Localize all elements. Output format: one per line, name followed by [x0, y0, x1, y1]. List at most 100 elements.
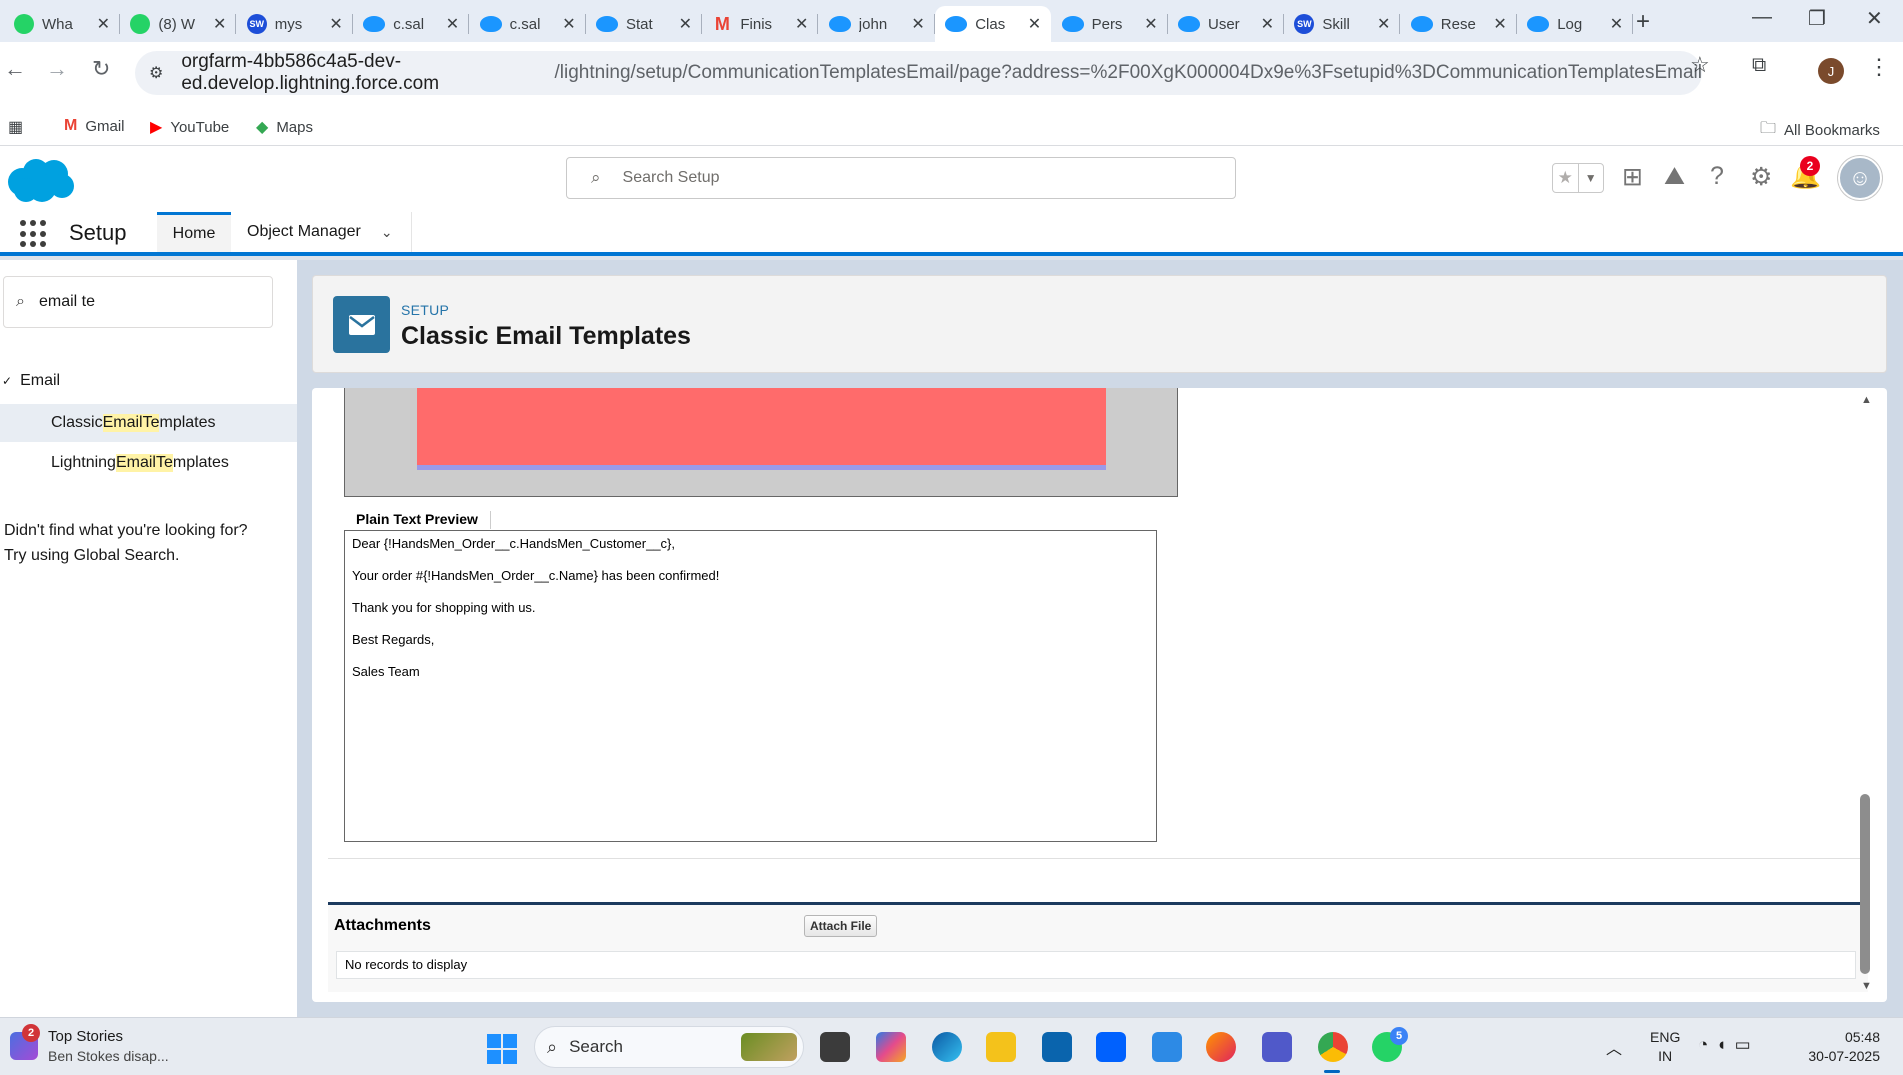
close-tab-icon[interactable]: ✕ [1493, 14, 1506, 34]
close-tab-icon[interactable]: ✕ [795, 14, 808, 34]
favorites-button-group[interactable]: ★ ▼ [1552, 163, 1604, 193]
edge-icon[interactable] [932, 1032, 962, 1062]
file-explorer-icon[interactable] [986, 1032, 1016, 1062]
close-tab-icon[interactable]: ✕ [446, 14, 459, 34]
setup-search-input[interactable]: ⌕ Search Setup [566, 157, 1236, 199]
browser-menu-icon[interactable]: ⋮ [1868, 54, 1890, 80]
browser-tab[interactable]: (8) W ✕ [120, 6, 237, 42]
site-info-icon[interactable]: ⚙ [149, 63, 163, 83]
forward-icon[interactable]: → [46, 56, 68, 82]
bookmark-star-icon[interactable]: ☆ [1690, 52, 1710, 78]
browser-tab[interactable]: Log ✕ [1517, 6, 1634, 42]
sidebar-group-email[interactable]: ✓ Email [0, 372, 60, 390]
favorite-star-icon[interactable]: ★ [1553, 164, 1578, 192]
browser-tab[interactable]: Stat ✕ [586, 6, 702, 42]
tab-object-manager[interactable]: Object Manager ⌄ [232, 212, 412, 252]
browser-tab[interactable]: Pers ✕ [1052, 6, 1168, 42]
attachments-related-list: Attachments Attach File No records to di… [328, 902, 1868, 992]
extensions-icon[interactable]: ⧉ [1752, 54, 1766, 77]
tab-home[interactable]: Home [157, 212, 231, 252]
news-title[interactable]: Top Stories [48, 1028, 123, 1045]
bookmark-maps[interactable]: ◆ Maps [256, 117, 313, 137]
volume-icon[interactable]: ◖ [1716, 1035, 1734, 1054]
browser-tab[interactable]: M Finis ✕ [702, 6, 819, 42]
sidebar-item-lightning-email-templates[interactable]: Lightning Email Te mplates [0, 444, 297, 482]
dropbox-icon[interactable] [1096, 1032, 1126, 1062]
scroll-up-icon[interactable]: ▲ [1861, 394, 1872, 406]
close-tab-icon[interactable]: ✕ [1028, 14, 1041, 34]
quick-find-input[interactable]: ⌕ email te [3, 276, 273, 328]
sidebar-item-classic-email-templates[interactable]: Classic Email Te mplates [0, 404, 297, 442]
chevron-down-icon[interactable]: ⌄ [381, 224, 393, 241]
browser-tab[interactable]: User ✕ [1168, 6, 1284, 42]
user-avatar[interactable]: ☺ [1838, 156, 1882, 200]
scrollbar-thumb[interactable] [1860, 794, 1870, 974]
back-icon[interactable]: ← [4, 56, 26, 82]
trailhead-icon[interactable]: ⛰ [1664, 162, 1685, 191]
tab-title: Log [1557, 15, 1583, 33]
tray-status-icons[interactable]: ◔◖▭ [1698, 1035, 1759, 1055]
browser-tab[interactable]: Rese ✕ [1401, 6, 1517, 42]
clock[interactable]: 05:48 30-07-2025 [1790, 1028, 1880, 1066]
profile-avatar[interactable]: J [1818, 58, 1844, 84]
attachments-empty-row: No records to display [336, 951, 1856, 979]
notification-count-badge: 2 [1800, 156, 1820, 176]
tab-title: Rese [1440, 15, 1476, 33]
restore-icon[interactable]: ❐ [1808, 6, 1826, 31]
close-tab-icon[interactable]: ✕ [97, 14, 110, 34]
all-bookmarks[interactable]: 🗀 All Bookmarks [1760, 117, 1880, 144]
reload-icon[interactable]: ↻ [92, 56, 110, 82]
search-highlight: Te [155, 454, 173, 472]
chrome-icon[interactable] [1318, 1032, 1348, 1062]
taskbar-search[interactable]: ⌕ Search [534, 1026, 804, 1068]
favorites-dropdown-icon[interactable]: ▼ [1577, 164, 1604, 192]
teams-icon[interactable] [1262, 1032, 1292, 1062]
apps-grid-icon[interactable]: ▦ [8, 117, 23, 137]
firefox-icon[interactable] [1206, 1032, 1236, 1062]
browser-tab[interactable]: c.sal ✕ [470, 6, 586, 42]
close-tab-icon[interactable]: ✕ [911, 14, 924, 34]
bookmark-label: Maps [276, 118, 313, 136]
close-tab-icon[interactable]: ✕ [1610, 14, 1623, 34]
browser-tab[interactable]: Wha ✕ [4, 6, 120, 42]
app-launcher-icon[interactable] [20, 220, 48, 248]
item-text: Classic [51, 414, 103, 431]
close-tab-icon[interactable]: ✕ [679, 14, 692, 34]
close-tab-icon[interactable]: ✕ [1377, 14, 1390, 34]
news-subtitle[interactable]: Ben Stokes disap... [48, 1048, 169, 1064]
html-preview-banner [417, 388, 1106, 470]
myhp-icon[interactable] [1152, 1032, 1182, 1062]
task-view-icon[interactable] [820, 1032, 850, 1062]
browser-tab[interactable]: SW mys ✕ [237, 6, 353, 42]
address-bar[interactable]: ⚙ orgfarm-4bb586c4a5-dev-ed.develop.ligh… [135, 51, 1702, 95]
wifi-icon[interactable]: ◔ [1698, 1035, 1716, 1054]
browser-tab[interactable]: john ✕ [819, 6, 935, 42]
battery-icon[interactable]: ▭ [1735, 1035, 1759, 1054]
windows-start-icon[interactable] [487, 1034, 517, 1064]
salesforce-logo-icon[interactable] [4, 156, 76, 204]
copilot-icon[interactable] [876, 1032, 906, 1062]
lang-line: ENG [1650, 1029, 1681, 1045]
close-window-icon[interactable]: ✕ [1866, 6, 1883, 31]
minimize-icon[interactable]: — [1752, 6, 1772, 29]
close-tab-icon[interactable]: ✕ [329, 14, 342, 34]
bookmark-youtube[interactable]: ▶ YouTube [150, 117, 229, 137]
close-tab-icon[interactable]: ✕ [213, 14, 226, 34]
close-tab-icon[interactable]: ✕ [1144, 14, 1157, 34]
content-scrollbar[interactable]: ▲ ▼ [1855, 390, 1877, 1000]
attach-file-button[interactable]: Attach File [804, 915, 878, 937]
tray-overflow-icon[interactable]: ︿ [1606, 1035, 1622, 1059]
help-icon[interactable]: ? [1710, 162, 1724, 191]
close-tab-icon[interactable]: ✕ [562, 14, 575, 34]
scroll-down-icon[interactable]: ▼ [1861, 980, 1872, 992]
close-tab-icon[interactable]: ✕ [1261, 14, 1274, 34]
browser-tab[interactable]: c.sal ✕ [353, 6, 470, 42]
browser-tab[interactable]: SW Skill ✕ [1284, 6, 1401, 42]
setup-gear-icon[interactable]: ⚙ [1750, 162, 1772, 192]
outlook-icon[interactable] [1042, 1032, 1072, 1062]
new-tab-button[interactable]: + [1636, 8, 1650, 36]
browser-tab[interactable]: Clas ✕ [935, 6, 1052, 42]
bookmark-gmail[interactable]: M Gmail [64, 117, 125, 135]
language-indicator[interactable]: ENG IN [1650, 1028, 1680, 1066]
global-actions-icon[interactable]: ⊞ [1622, 162, 1643, 192]
